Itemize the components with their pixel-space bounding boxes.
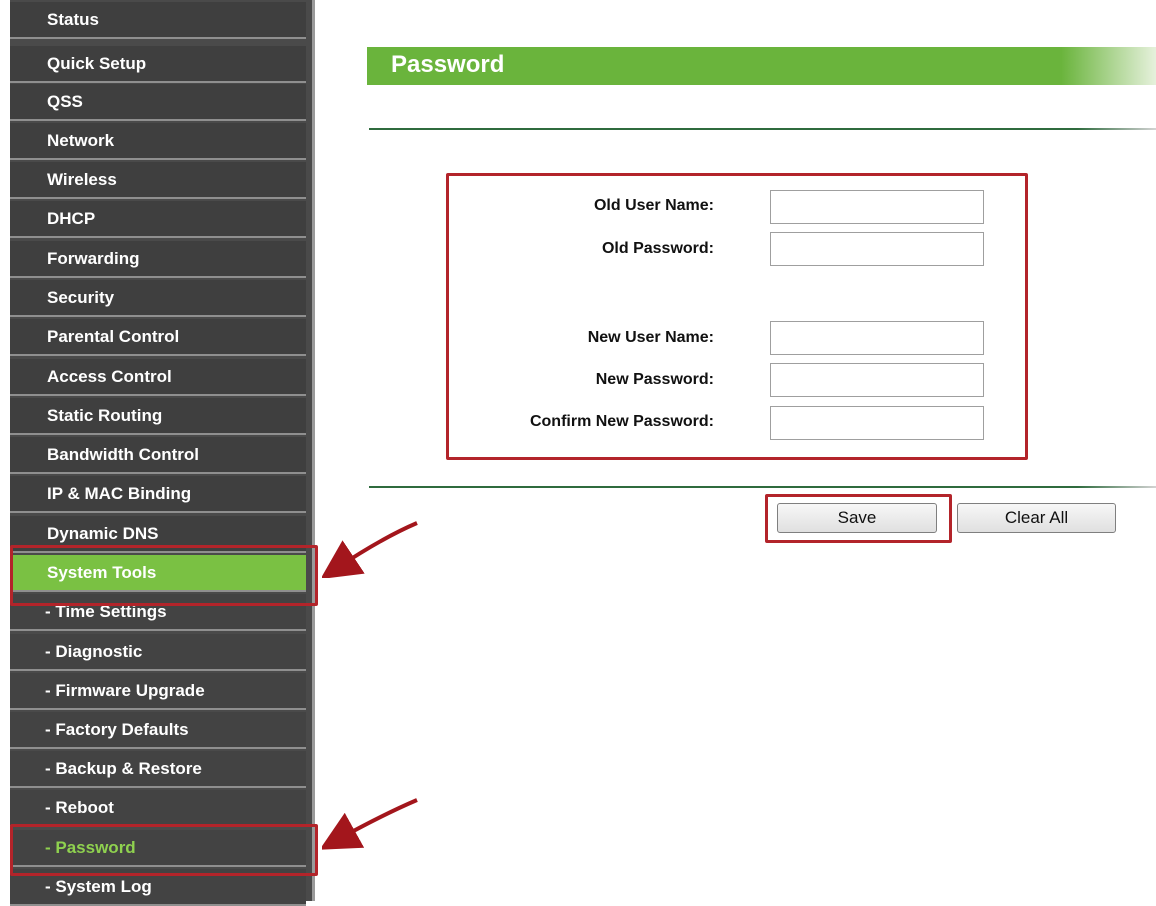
new-password-field[interactable] bbox=[770, 363, 984, 397]
sidebar-edge bbox=[0, 0, 10, 901]
sidebar-item-diagnostic[interactable]: - Diagnostic bbox=[10, 634, 306, 671]
new-user-name-label: New User Name: bbox=[587, 329, 714, 346]
sidebar-item-access-control[interactable]: Access Control bbox=[10, 359, 306, 396]
page-title: Password bbox=[391, 51, 505, 78]
sidebar-item-static-routing[interactable]: Static Routing bbox=[10, 398, 306, 435]
sidebar-item-wireless[interactable]: Wireless bbox=[10, 162, 306, 199]
sidebar-item-forwarding[interactable]: Forwarding bbox=[10, 241, 306, 278]
old-password-label: Old Password: bbox=[601, 240, 714, 257]
confirm-new-password-field[interactable] bbox=[770, 406, 984, 440]
new-password-label: New Password: bbox=[595, 371, 714, 388]
sidebar-item-firmware-upgrade[interactable]: - Firmware Upgrade bbox=[10, 673, 306, 710]
sidebar-item-dhcp[interactable]: DHCP bbox=[10, 201, 306, 238]
sidebar-item-ip-mac-binding[interactable]: IP & MAC Binding bbox=[10, 476, 306, 513]
page-title-bar: Password bbox=[367, 47, 1156, 85]
annotation-arrow-password bbox=[322, 798, 418, 850]
clear-all-button[interactable]: Clear All bbox=[957, 503, 1116, 533]
sidebar-item-system-tools[interactable]: System Tools bbox=[10, 555, 306, 592]
old-user-name-label: Old User Name: bbox=[593, 197, 714, 214]
save-button[interactable]: Save bbox=[777, 503, 937, 533]
sidebar-item-dynamic-dns[interactable]: Dynamic DNS bbox=[10, 516, 306, 553]
sidebar-item-reboot[interactable]: - Reboot bbox=[10, 790, 306, 827]
sidebar-item-password[interactable]: - Password bbox=[10, 830, 306, 867]
sidebar-item-security[interactable]: Security bbox=[10, 280, 306, 317]
sidebar-item-quick-setup[interactable]: Quick Setup bbox=[10, 46, 306, 83]
divider-top bbox=[369, 128, 1156, 130]
sidebar-item-time-settings[interactable]: - Time Settings bbox=[10, 594, 306, 631]
old-password-field[interactable] bbox=[770, 232, 984, 266]
sidebar-item-factory-defaults[interactable]: - Factory Defaults bbox=[10, 712, 306, 749]
sidebar-item-network[interactable]: Network bbox=[10, 123, 306, 160]
sidebar-nav: Status Quick Setup QSS Network Wireless … bbox=[0, 0, 315, 906]
sidebar-item-parental-control[interactable]: Parental Control bbox=[10, 319, 306, 356]
divider-bottom bbox=[369, 486, 1156, 488]
sidebar-item-system-log[interactable]: - System Log bbox=[10, 869, 306, 906]
sidebar-item-backup-restore[interactable]: - Backup & Restore bbox=[10, 751, 306, 788]
old-user-name-field[interactable] bbox=[770, 190, 984, 224]
sidebar-item-status[interactable]: Status bbox=[10, 2, 306, 39]
sidebar-item-qss[interactable]: QSS bbox=[10, 84, 306, 121]
new-user-name-field[interactable] bbox=[770, 321, 984, 355]
confirm-new-password-label: Confirm New Password: bbox=[529, 413, 714, 430]
annotation-arrow-system-tools bbox=[322, 521, 418, 578]
sidebar-item-bandwidth-control[interactable]: Bandwidth Control bbox=[10, 437, 306, 474]
